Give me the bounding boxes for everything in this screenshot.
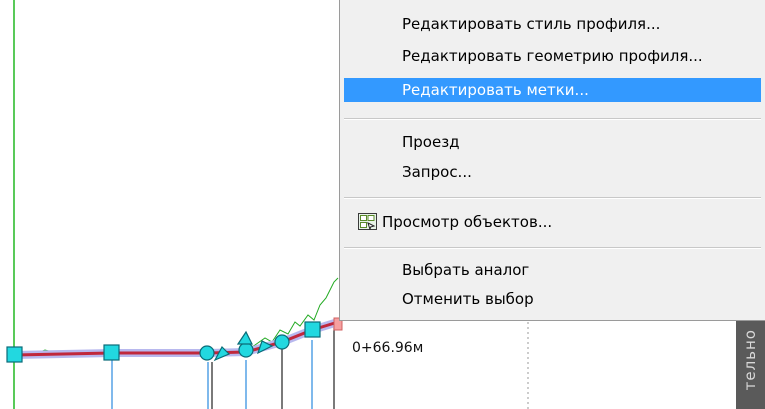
menu-item-select-similar[interactable]: Выбрать аналог xyxy=(344,258,761,282)
menu-item-edit-profile-style[interactable]: Редактировать стиль профиля... xyxy=(344,12,761,36)
menu-item-label: Запрос... xyxy=(402,163,472,181)
menu-item-label: Редактировать метки... xyxy=(402,81,589,99)
menu-item-partial[interactable] xyxy=(344,0,761,4)
menu-item-edit-profile-geometry[interactable]: Редактировать геометрию профиля... xyxy=(344,44,761,68)
menu-item-query[interactable]: Запрос... xyxy=(344,160,761,184)
menu-item-label: Редактировать стиль профиля... xyxy=(402,15,661,33)
menu-separator xyxy=(344,197,761,199)
existing-ground-line xyxy=(13,277,339,357)
menu-item-label: Редактировать геометрию профиля... xyxy=(402,47,703,65)
menu-item-label: Выбрать аналог xyxy=(402,261,530,279)
menu-item-label: Проезд xyxy=(402,133,460,151)
menu-separator xyxy=(344,118,761,120)
grip-triangle xyxy=(236,330,253,345)
object-viewer-icon xyxy=(358,213,377,230)
menu-item-drive[interactable]: Проезд xyxy=(344,130,761,154)
menu-item-object-viewer[interactable]: Просмотр объектов... xyxy=(344,210,761,234)
station-label: 0+66.96м xyxy=(352,340,424,356)
side-panel-tab[interactable]: тельно xyxy=(736,321,765,409)
menu-separator xyxy=(344,247,761,249)
menu-item-deselect-all[interactable]: Отменить выбор xyxy=(344,287,761,311)
context-menu: Редактировать стиль профиля... Редактиро… xyxy=(339,0,765,321)
side-panel-tab-label: тельно xyxy=(741,329,759,391)
grip-circle xyxy=(274,334,290,350)
grip-square xyxy=(103,344,120,361)
menu-item-label: Просмотр объектов... xyxy=(382,213,553,231)
grip-square xyxy=(6,346,23,363)
grip-circle xyxy=(199,345,215,361)
menu-item-label: Отменить выбор xyxy=(402,290,534,308)
menu-item-edit-labels[interactable]: Редактировать метки... xyxy=(344,78,761,102)
grip-circle xyxy=(238,342,254,358)
grip-square xyxy=(304,321,321,338)
